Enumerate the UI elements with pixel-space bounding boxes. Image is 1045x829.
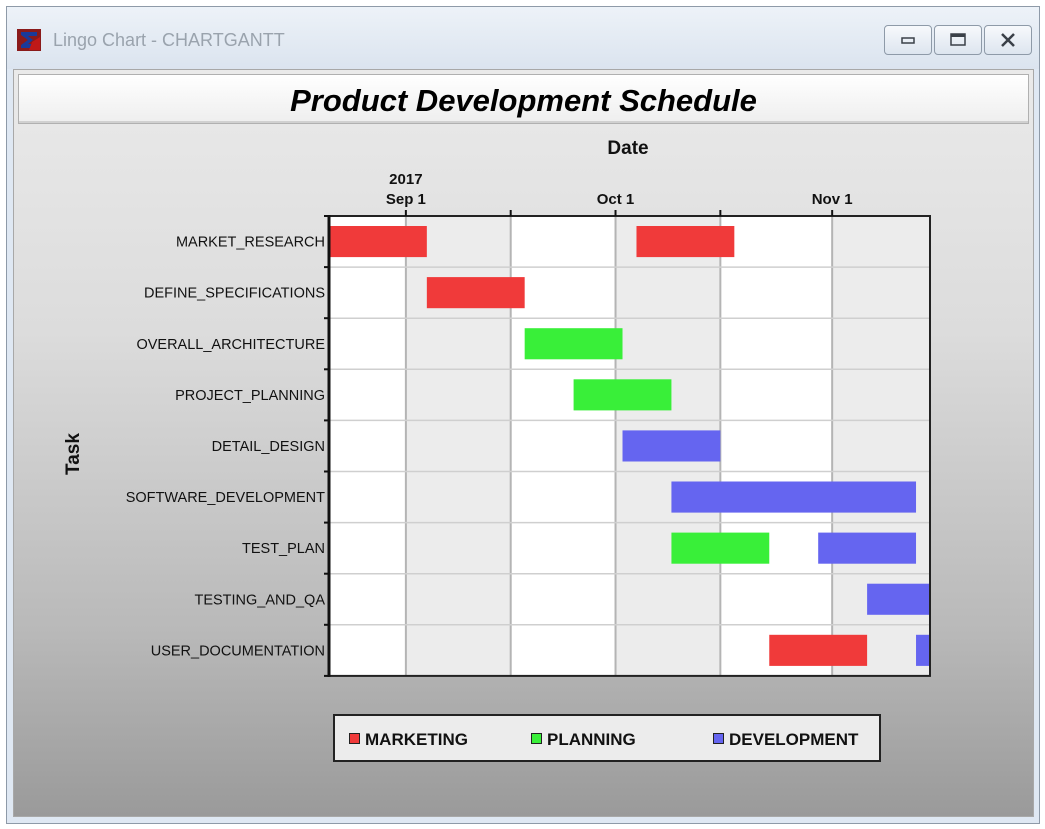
task-label-testing-and-qa: TESTING_AND_QA <box>194 592 325 608</box>
bar-define-specifications-marketing <box>426 277 525 309</box>
y-axis-label: Task <box>63 433 84 475</box>
x-tick-label: Oct 1 <box>597 191 635 208</box>
bar-test-plan-planning <box>671 532 770 564</box>
close-button[interactable] <box>984 25 1032 55</box>
task-label-detail-design: DETAIL_DESIGN <box>212 439 325 455</box>
legend-swatch-marketing <box>349 733 360 744</box>
legend: MARKETING PLANNING DEVELOPMENT <box>333 714 881 762</box>
bar-project-planning-planning <box>573 379 672 411</box>
x-axis-label: Date <box>607 138 648 159</box>
bar-detail-design-development <box>622 430 721 462</box>
bar-market-research-marketing <box>330 226 427 258</box>
bar-testing-and-qa-development <box>867 583 929 615</box>
minimize-button[interactable] <box>884 25 932 55</box>
task-label-user-documentation: USER_DOCUMENTATION <box>151 643 325 659</box>
legend-label-marketing: MARKETING <box>365 730 468 749</box>
x-tick-label: 2017 <box>389 171 422 188</box>
window-title: Lingo Chart - CHARTGANTT <box>53 30 285 50</box>
plot-band <box>329 216 406 676</box>
maximize-icon <box>950 33 966 46</box>
task-label-test-plan: TEST_PLAN <box>242 541 325 557</box>
lingo-app-icon <box>17 29 41 51</box>
chart-panel: Product Development Schedule 2017 Sep 1 Oc… <box>13 69 1034 817</box>
minimize-icon <box>901 37 915 44</box>
bar-user-documentation-marketing <box>769 634 868 666</box>
tick-labels: 2017 Sep 1 Oct 1 Nov 1 <box>386 171 853 208</box>
plot-band <box>720 216 833 676</box>
bar-user-documentation-development <box>916 634 929 666</box>
plot-band <box>510 216 616 676</box>
legend-swatch-planning <box>531 733 542 744</box>
bar-software-development-development <box>671 481 917 513</box>
maximize-button[interactable] <box>934 25 982 55</box>
title-bar[interactable]: Lingo Chart - CHARTGANTT <box>7 7 1039 69</box>
x-tick-label: Sep 1 <box>386 191 426 208</box>
task-label-software-development: SOFTWARE_DEVELOPMENT <box>126 490 325 506</box>
close-icon <box>1001 33 1015 47</box>
task-labels: MARKET_RESEARCH DEFINE_SPECIFICATIONS OVER… <box>126 235 326 660</box>
gantt-chart: 2017 Sep 1 Oct 1 Nov 1 MARKET_RESEARCH DEFIN… <box>63 138 931 677</box>
x-tick-label: Nov 1 <box>812 191 853 208</box>
bar-market-research-marketing <box>636 226 735 258</box>
bar-overall-architecture-planning <box>524 328 623 360</box>
task-label-project-planning: PROJECT_PLANNING <box>175 388 325 404</box>
legend-swatch-development <box>713 733 724 744</box>
legend-label-development: DEVELOPMENT <box>729 730 859 749</box>
chart-window: Lingo Chart - CHARTGANTT Product Develop… <box>6 6 1040 824</box>
task-label-overall-architecture: OVERALL_ARCHITECTURE <box>136 337 325 353</box>
task-label-define-specifications: DEFINE_SPECIFICATIONS <box>144 286 325 302</box>
bar-test-plan-development <box>818 532 917 564</box>
task-label-market-research: MARKET_RESEARCH <box>176 235 325 251</box>
legend-label-planning: PLANNING <box>547 730 636 749</box>
